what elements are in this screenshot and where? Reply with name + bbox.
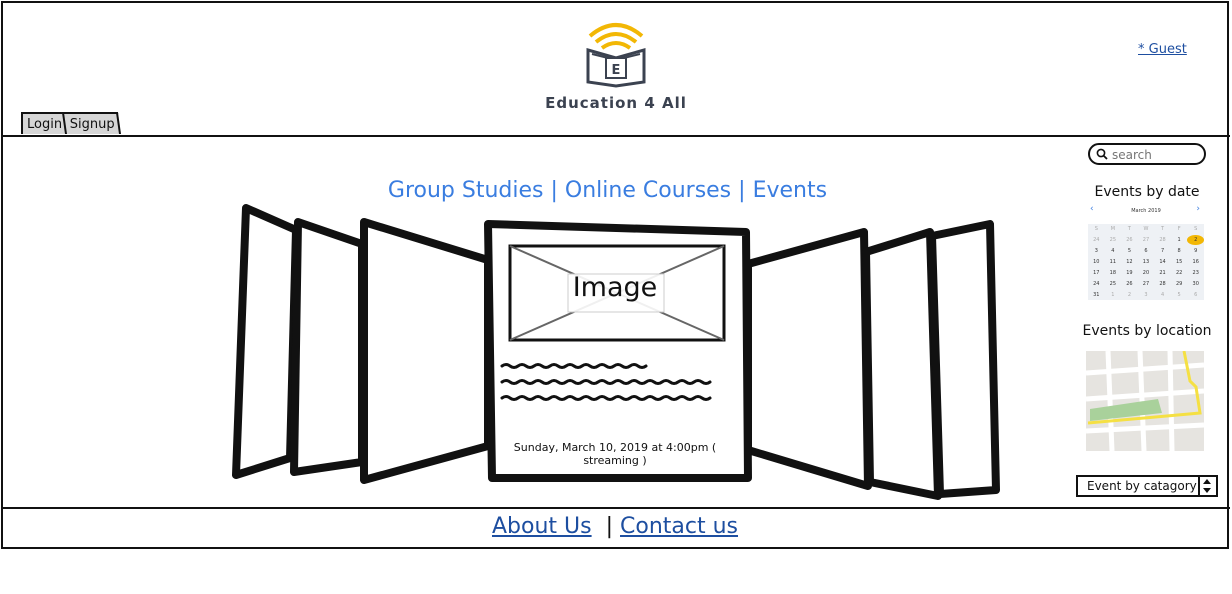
guest-user-link[interactable]: * Guest — [1138, 42, 1187, 57]
carousel-card-center — [484, 220, 752, 482]
footer-divider — [1, 507, 1230, 509]
calendar-day[interactable]: 25 — [1105, 235, 1122, 245]
featured-event-date: Sunday, March 10, 2019 at 4:00pm ( strea… — [513, 441, 717, 467]
search-icon — [1096, 148, 1108, 160]
event-calendar[interactable]: ‹ March 2019 › S M T W T F S 24 25 26 27 28 1 2 3 4 5 6 7 8… — [1086, 204, 1206, 304]
calendar-day[interactable]: 27 — [1138, 235, 1155, 245]
calendar-weekday: F — [1177, 226, 1181, 232]
calendar-day[interactable]: 10 — [1088, 257, 1105, 267]
about-us-link[interactable]: About Us — [492, 514, 592, 539]
calendar-day[interactable]: 27 — [1138, 279, 1155, 289]
calendar-day[interactable]: 19 — [1121, 268, 1138, 278]
calendar-day[interactable]: 21 — [1154, 268, 1171, 278]
calendar-day[interactable]: 6 — [1187, 290, 1204, 300]
wifi-book-logo-icon: E — [586, 23, 646, 88]
calendar-day[interactable]: 15 — [1171, 257, 1188, 267]
calendar-day[interactable]: 1 — [1171, 235, 1188, 245]
calendar-weekday: S — [1094, 226, 1098, 232]
calendar-day[interactable]: 2 — [1187, 235, 1204, 245]
calendar-day[interactable]: 6 — [1138, 246, 1155, 256]
search-box[interactable] — [1088, 143, 1206, 165]
calendar-day[interactable]: 29 — [1171, 279, 1188, 289]
image-placeholder-label: Image — [572, 272, 658, 303]
logo-letter: E — [612, 63, 621, 78]
calendar-day[interactable]: 18 — [1105, 268, 1122, 278]
calendar-day[interactable]: 3 — [1138, 290, 1155, 300]
tab-signup[interactable]: Signup — [61, 112, 121, 134]
calendar-day[interactable]: 4 — [1154, 290, 1171, 300]
map-icon — [1086, 351, 1204, 451]
calendar-day[interactable]: 22 — [1171, 268, 1188, 278]
calendar-day[interactable]: 14 — [1154, 257, 1171, 267]
tab-login[interactable]: Login — [21, 112, 67, 134]
carousel-card-right-3 — [928, 220, 1000, 498]
logo-title: Education 4 All — [545, 94, 687, 112]
footer-separator: | — [605, 514, 614, 539]
header-divider — [1, 135, 1230, 137]
carousel-card-right-2 — [862, 228, 942, 500]
calendar-weekday: T — [1127, 226, 1131, 232]
calendar-day[interactable]: 26 — [1121, 279, 1138, 289]
events-by-location-title: Events by location — [1082, 323, 1212, 339]
calendar-month: March 2019 — [1131, 208, 1161, 214]
tab-login-label: Login — [27, 117, 63, 132]
calendar-day[interactable]: 11 — [1105, 257, 1122, 267]
calendar-weekday: M — [1110, 226, 1116, 232]
calendar-day[interactable]: 16 — [1187, 257, 1204, 267]
footer-links: About Us | Contact us — [330, 514, 900, 539]
calendar-day[interactable]: 17 — [1088, 268, 1105, 278]
select-arrows-icon — [1198, 477, 1216, 495]
calendar-day[interactable]: 5 — [1121, 246, 1138, 256]
calendar-grid: S M T W T F S 24 25 26 27 28 1 2 3 4 5 6 7 8 9 10 11 12 13 14 15 16… — [1088, 224, 1204, 300]
carousel-card-left-2 — [290, 218, 366, 476]
logo[interactable]: E Education 4 All — [520, 14, 712, 118]
calendar-day[interactable]: 9 — [1187, 246, 1204, 256]
event-category-select-value: Event by catagory — [1087, 479, 1197, 493]
calendar-day[interactable]: 3 — [1088, 246, 1105, 256]
calendar-day[interactable]: 12 — [1121, 257, 1138, 267]
calendar-day[interactable]: 28 — [1154, 235, 1171, 245]
calendar-day[interactable]: 13 — [1138, 257, 1155, 267]
tab-signup-label: Signup — [69, 117, 115, 132]
calendar-day[interactable]: 25 — [1105, 279, 1122, 289]
calendar-weekday: S — [1194, 226, 1198, 232]
calendar-day[interactable]: 8 — [1171, 246, 1188, 256]
calendar-day[interactable]: 4 — [1105, 246, 1122, 256]
carousel-card-right-1 — [744, 228, 872, 490]
contact-us-link[interactable]: Contact us — [620, 514, 738, 539]
carousel-card-left-1 — [360, 218, 492, 484]
calendar-day[interactable]: 1 — [1105, 290, 1122, 300]
calendar-day[interactable]: 30 — [1187, 279, 1204, 289]
calendar-day[interactable]: 28 — [1154, 279, 1171, 289]
calendar-day[interactable]: 31 — [1088, 290, 1105, 300]
calendar-day[interactable]: 26 — [1121, 235, 1138, 245]
calendar-weekday: T — [1161, 226, 1165, 232]
calendar-day[interactable]: 20 — [1138, 268, 1155, 278]
chevron-right-icon[interactable]: › — [1196, 204, 1200, 214]
calendar-day[interactable]: 24 — [1088, 279, 1105, 289]
location-map[interactable] — [1086, 351, 1204, 451]
calendar-day[interactable]: 24 — [1088, 235, 1105, 245]
calendar-day[interactable]: 2 — [1121, 290, 1138, 300]
event-category-select[interactable]: Event by catagory — [1076, 475, 1218, 497]
carousel-card-left-3 — [232, 204, 300, 479]
calendar-day[interactable]: 5 — [1171, 290, 1188, 300]
calendar-day[interactable]: 23 — [1187, 268, 1204, 278]
search-input[interactable] — [1110, 146, 1204, 164]
events-by-date-title: Events by date — [1094, 184, 1200, 200]
calendar-weekday: W — [1143, 226, 1149, 232]
calendar-day[interactable]: 7 — [1154, 246, 1171, 256]
